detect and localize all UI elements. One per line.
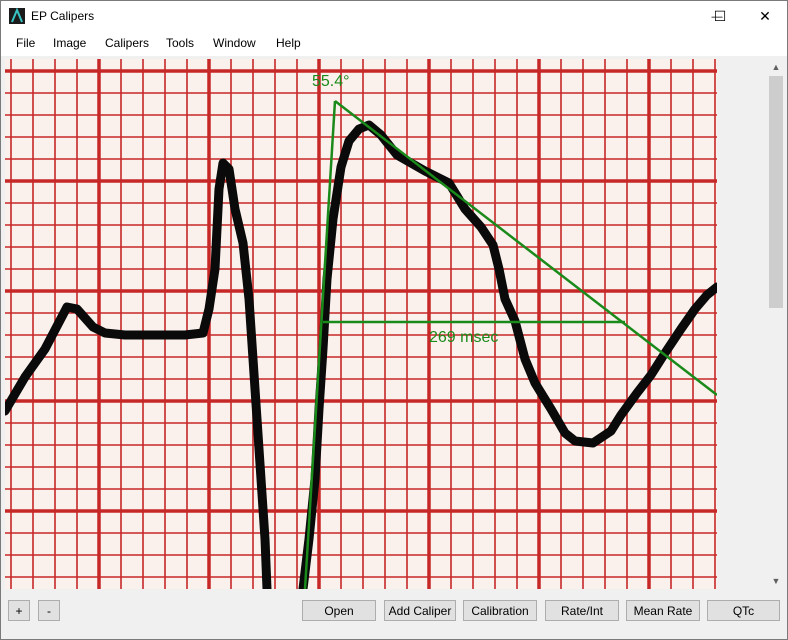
menu-image[interactable]: Image	[53, 36, 86, 50]
time-caliper-label: 269 msec	[429, 329, 499, 346]
chevron-up-icon: ▲	[771, 62, 781, 72]
scroll-up-button[interactable]: ▲	[767, 59, 785, 75]
angle-caliper	[303, 100, 717, 589]
open-button[interactable]: Open	[302, 600, 376, 621]
grid-major-lines	[5, 59, 717, 589]
calibration-button[interactable]: Calibration	[463, 600, 537, 621]
maximize-icon: ☐	[713, 8, 727, 24]
qtc-button[interactable]: QTc	[707, 600, 780, 621]
ecg-tracing[interactable]	[5, 59, 717, 589]
close-button[interactable]: ✕	[742, 1, 788, 32]
menu-window[interactable]: Window	[213, 36, 256, 50]
add-caliper-button[interactable]: Add Caliper	[384, 600, 456, 621]
title-bar[interactable]: EP Calipers — ☐ ✕	[1, 1, 787, 32]
chevron-down-icon: ▼	[771, 576, 781, 586]
zoom-out-button[interactable]: -	[38, 600, 60, 621]
menu-bar: File Image Calipers Tools Window Help	[1, 32, 787, 56]
maximize-button[interactable]: ☐	[697, 1, 743, 32]
angle-caliper-label: 55.4°	[312, 73, 350, 90]
mean-rate-button[interactable]: Mean Rate	[626, 600, 700, 621]
app-logo-icon	[9, 8, 25, 24]
ecg-image-canvas[interactable]: 55.4° 269 msec	[5, 59, 717, 589]
menu-help[interactable]: Help	[276, 36, 301, 50]
bottom-toolbar: + - Open Add Caliper Calibration Rate/In…	[1, 591, 787, 639]
menu-tools[interactable]: Tools	[166, 36, 194, 50]
zoom-in-button[interactable]: +	[8, 600, 30, 621]
vertical-scrollbar[interactable]: ▲ ▼	[767, 59, 785, 591]
window-title: EP Calipers	[31, 9, 95, 23]
menu-file[interactable]: File	[16, 36, 35, 50]
scroll-down-button[interactable]: ▼	[767, 573, 785, 589]
menu-calipers[interactable]: Calipers	[105, 36, 149, 50]
scrollbar-thumb[interactable]	[769, 76, 783, 308]
close-icon: ✕	[759, 8, 771, 24]
app-window: EP Calipers — ☐ ✕ File Image Calipers To…	[0, 0, 788, 640]
rate-int-button[interactable]: Rate/Int	[545, 600, 619, 621]
